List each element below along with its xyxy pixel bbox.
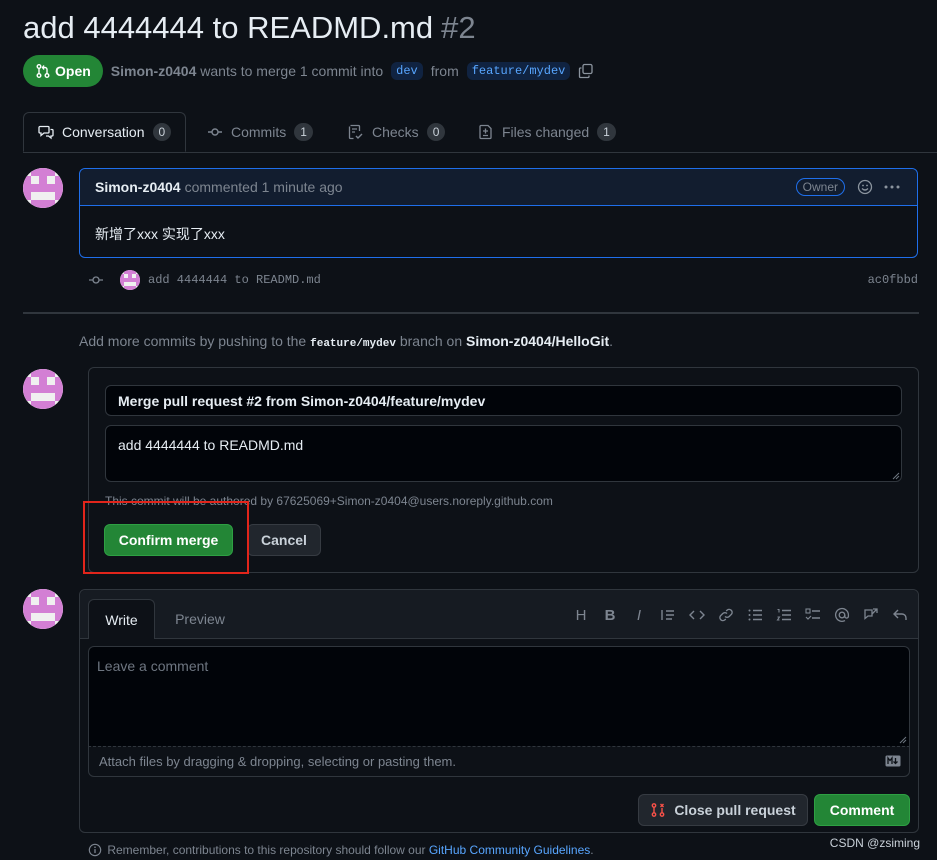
code-icon[interactable] [689,607,705,623]
pr-meta-text: Simon-z0404 wants to merge 1 commit into [111,63,383,79]
watermark: CSDN @zsiming [829,836,920,850]
pr-number: #2 [441,10,476,45]
markdown-toolbar: H B I [573,607,908,624]
hint-prefix: Add more commits by pushing to the [79,333,307,349]
kebab-horizontal-icon[interactable] [883,179,901,195]
contribution-note: Remember, contributions to this reposito… [88,843,594,857]
avatar[interactable] [23,369,63,409]
push-hint: Add more commits by pushing to the featu… [79,333,613,350]
state-badge: Open [23,55,103,87]
timeline-commit: add 4444444 to READMD.md ac0fbbd [88,268,918,292]
comment-time[interactable]: commented 1 minute ago [185,179,343,195]
hint-repo[interactable]: Simon-z0404/HelloGit [466,333,609,349]
copy-icon[interactable] [578,63,594,79]
tab-files-count: 1 [597,123,616,141]
mention-icon[interactable] [834,607,850,623]
merge-title-input[interactable]: Merge pull request #2 from Simon-z0404/f… [105,385,902,416]
commit-icon [208,128,222,136]
info-icon [88,843,102,857]
task-list-icon[interactable] [805,607,821,623]
comment-card: Simon-z0404 commented 1 minute ago Owner… [79,168,918,258]
hint-branch: feature/mydev [310,338,396,350]
tab-checks-count: 0 [426,123,446,141]
owner-badge: Owner [795,178,845,196]
smiley-icon[interactable] [857,179,873,195]
timeline-divider [23,312,919,314]
conversation-icon [38,125,54,140]
commit-icon [89,276,103,284]
state-label: Open [55,63,91,79]
quote-icon[interactable] [660,607,676,623]
cross-reference-icon[interactable] [863,607,879,623]
hint-middle: branch on [399,333,463,349]
tab-conversation-label: Conversation [62,124,145,140]
pr-title: add 4444444 to READMD.md #2 [23,10,476,46]
markdown-icon [885,755,901,767]
head-branch[interactable]: feature/mydev [466,62,571,80]
tab-conversation[interactable]: Conversation 0 [23,112,187,152]
reply-icon[interactable] [892,607,908,623]
attach-files-area[interactable]: Attach files by dragging & dropping, sel… [88,746,910,777]
attach-text: Attach files by dragging & dropping, sel… [99,754,456,769]
file-diff-icon [479,124,492,140]
comment-header: Simon-z0404 commented 1 minute ago [80,169,917,206]
resize-handle-icon[interactable] [899,736,907,744]
annotation-highlight-box [83,501,249,574]
pr-meta: Open Simon-z0404 wants to merge 1 commit… [23,55,594,87]
tab-checks-label: Checks [372,124,419,140]
close-pull-request-button[interactable]: Close pull request [638,794,808,826]
resize-handle-icon[interactable] [892,472,900,480]
close-pull-request-label: Close pull request [674,802,796,818]
cancel-button[interactable]: Cancel [247,524,321,556]
tab-files-changed[interactable]: Files changed 1 [478,112,616,152]
pr-author-link[interactable]: Simon-z0404 [111,63,197,79]
italic-icon[interactable]: I [631,607,647,624]
pr-title-text: add 4444444 to READMD.md [23,10,434,45]
tab-preview[interactable]: Preview [164,599,236,639]
avatar[interactable] [23,168,63,208]
comment-author[interactable]: Simon-z0404 [95,179,181,195]
pr-tabs: Conversation 0 Commits 1 Checks 0 Files … [23,112,937,153]
new-comment-form: Write Preview H B I Leave a comment Atta… [79,589,919,833]
comment-placeholder: Leave a comment [97,658,209,674]
tab-write[interactable]: Write [88,599,155,639]
pull-request-icon [36,64,50,78]
from-text: from [430,63,459,79]
commit-message[interactable]: add 4444444 to READMD.md [148,273,321,287]
footer-suffix: . [590,843,594,857]
bold-icon[interactable]: B [602,607,618,624]
avatar[interactable] [23,589,63,629]
comment-textarea[interactable]: Leave a comment [88,646,910,746]
tab-commits-count: 1 [294,123,313,141]
merge-message-textarea[interactable]: add 4444444 to READMD.md [105,425,902,482]
tab-commits[interactable]: Commits 1 [207,112,313,152]
checklist-icon [348,124,363,140]
hint-suffix: . [609,333,614,349]
heading-icon[interactable]: H [573,607,589,624]
git-pull-request-closed-icon [651,803,665,817]
commit-avatar[interactable] [120,270,140,290]
link-icon[interactable] [718,607,734,623]
footer-text: Remember, contributions to this reposito… [107,843,426,857]
merge-text: wants to merge 1 commit into [200,63,384,79]
tab-files-label: Files changed [502,124,590,140]
tab-commits-label: Commits [231,124,287,140]
tab-checks[interactable]: Checks 0 [348,112,446,152]
ordered-list-icon[interactable] [776,607,792,623]
unordered-list-icon[interactable] [747,607,763,623]
community-guidelines-link[interactable]: GitHub Community Guidelines [429,843,590,857]
commit-sha[interactable]: ac0fbbd [868,273,918,287]
editor-tabs: Write Preview H B I [80,590,918,639]
tab-conversation-count: 0 [152,123,172,141]
comment-body: 新增了xxx 实现了xxx [95,226,225,242]
comment-button[interactable]: Comment [814,794,910,826]
base-branch[interactable]: dev [391,62,423,80]
